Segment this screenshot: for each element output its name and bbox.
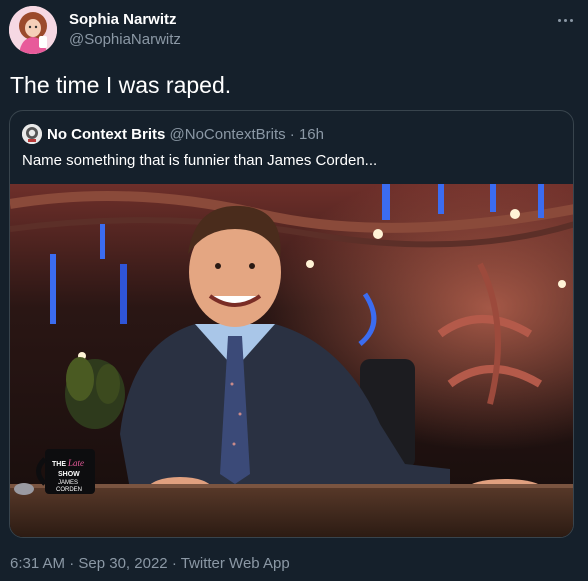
- mug-text-line1: THE: [52, 461, 66, 468]
- footer-separator-1: ·: [69, 555, 75, 572]
- author-handle[interactable]: @SophiaNarwitz: [69, 31, 181, 48]
- mug-text-line5: CORDEN: [56, 487, 82, 493]
- quoted-media-photo[interactable]: THE Late SHOW JAMES CORDEN: [10, 184, 573, 537]
- mug-text-line3: SHOW: [58, 471, 80, 478]
- quoted-timestamp: 16h: [298, 126, 324, 143]
- avatar-illustration: [9, 6, 57, 54]
- talk-show-photo: THE Late SHOW JAMES CORDEN: [10, 184, 573, 537]
- quoted-separator: ·: [289, 126, 295, 143]
- quoted-handle: @NoContextBrits: [169, 126, 286, 143]
- footer-separator-2: ·: [171, 555, 177, 572]
- quoted-avatar-illustration: [22, 124, 42, 144]
- more-horizontal-icon[interactable]: [556, 12, 576, 28]
- quoted-author-avatar: [22, 124, 42, 144]
- quoted-tweet-card[interactable]: No Context Brits @NoContextBrits · 16h N…: [9, 110, 574, 538]
- tweet-text: The time I was raped.: [10, 72, 232, 98]
- mug-text-line2: Late: [67, 458, 84, 468]
- footer-time[interactable]: 6:31 AM: [10, 555, 65, 572]
- tweet-footer: 6:31 AM · Sep 30, 2022 · Twitter Web App: [10, 555, 290, 572]
- footer-source[interactable]: Twitter Web App: [181, 555, 290, 572]
- author-display-name[interactable]: Sophia Narwitz: [69, 11, 177, 28]
- mug-text-line4: JAMES: [58, 480, 78, 486]
- footer-date[interactable]: Sep 30, 2022: [78, 555, 167, 572]
- tweet: Sophia Narwitz @SophiaNarwitz The time I…: [0, 0, 588, 581]
- quoted-display-name: No Context Brits: [47, 126, 166, 143]
- quoted-header: No Context Brits @NoContextBrits · 16h: [47, 126, 324, 143]
- quoted-text: Name something that is funnier than Jame…: [22, 152, 378, 169]
- author-avatar[interactable]: [9, 6, 57, 54]
